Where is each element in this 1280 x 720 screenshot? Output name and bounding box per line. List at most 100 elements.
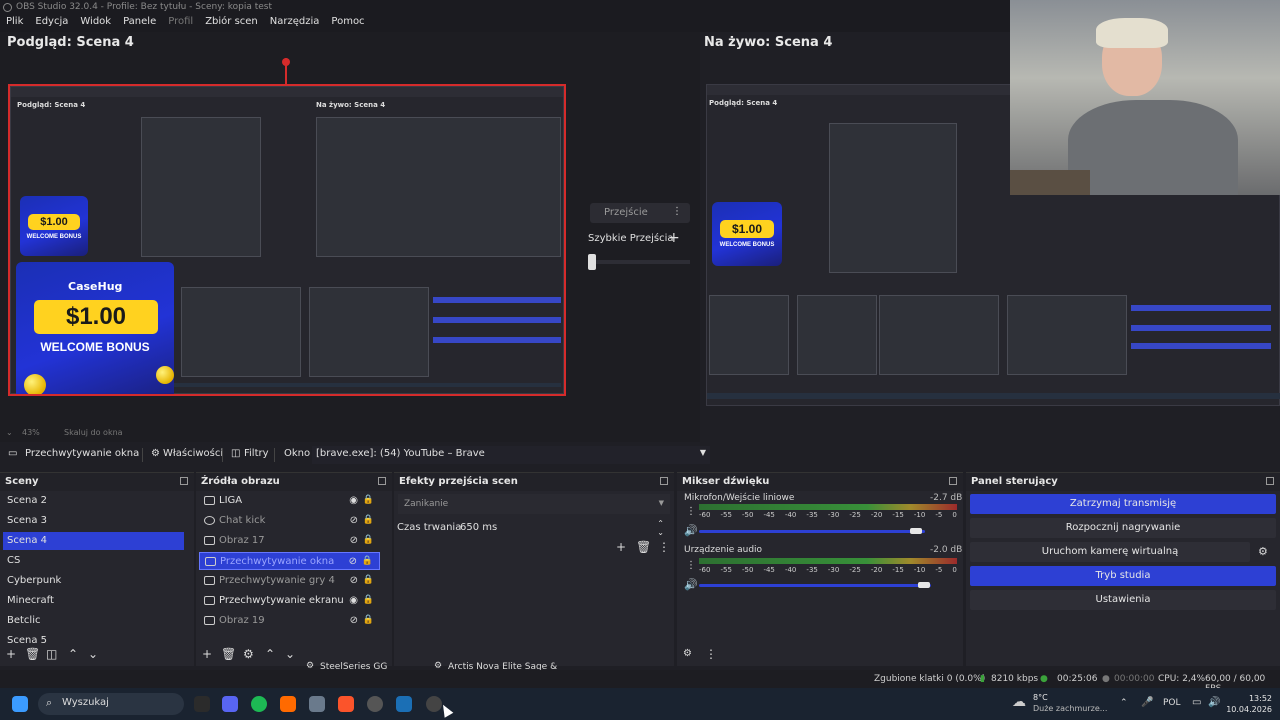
move-up-icon[interactable]: ⌃	[265, 647, 275, 661]
mixer-settings-icon[interactable]: ⚙	[683, 648, 692, 659]
duration-input[interactable]: 650 ms ⌃ ⌄	[454, 518, 670, 538]
menu-docks[interactable]: Panele	[123, 16, 156, 32]
mixer-menu-icon[interactable]: ⋮	[686, 506, 696, 517]
filters-button[interactable]: Filtry	[244, 448, 269, 459]
scene-item[interactable]: Scena 3	[3, 512, 184, 530]
obs-taskbar-icon[interactable]	[367, 696, 383, 712]
source-item[interactable]: Obraz 19 ⊘ 🔒	[199, 612, 380, 630]
add-quick-transition-button[interactable]: +	[668, 230, 680, 246]
speaker-icon[interactable]: 🔊	[684, 578, 698, 591]
window-select[interactable]: [brave.exe]: (54) YouTube – Brave ▼	[312, 446, 710, 464]
source-item[interactable]: Przechwytywanie ekranu ◉ 🔒	[199, 592, 380, 610]
mixer-menu-icon[interactable]: ⋮	[705, 647, 717, 661]
volume-slider-track[interactable]	[699, 530, 925, 533]
lock-icon[interactable]: 🔒	[363, 615, 374, 625]
source-item[interactable]: LIGA ◉ 🔒	[199, 492, 380, 510]
lock-icon[interactable]: 🔒	[363, 575, 374, 585]
t-bar-handle[interactable]	[588, 254, 596, 270]
filters-icon[interactable]: ◫	[231, 448, 240, 459]
eye-hidden-icon[interactable]: ⊘	[350, 575, 358, 586]
studio-mode-button[interactable]: Tryb studia	[970, 566, 1276, 586]
move-down-icon[interactable]: ⌄	[88, 647, 98, 661]
source-item[interactable]: Przechwytywanie gry 4 ⊘ 🔒	[199, 572, 380, 590]
menu-help[interactable]: Pomoc	[331, 16, 364, 32]
settings-button[interactable]: Ustawienia	[970, 590, 1276, 610]
microphone-icon[interactable]: 🎤	[1141, 697, 1153, 708]
undock-icon[interactable]	[180, 477, 188, 485]
windows-start-icon[interactable]	[12, 696, 28, 712]
scene-item[interactable]: Betclic	[3, 612, 184, 630]
scene-item[interactable]: Cyberpunk	[3, 572, 184, 590]
discord-icon[interactable]	[222, 696, 238, 712]
undock-icon[interactable]	[378, 477, 386, 485]
scene-item[interactable]: CS	[3, 552, 184, 570]
undock-icon[interactable]	[1266, 477, 1274, 485]
lock-icon[interactable]: 🔒	[363, 515, 374, 525]
preview-canvas[interactable]: Podgląd: Scena 4 Na żywo: Scena 4 CaseHu…	[8, 84, 566, 396]
transition-menu-icon[interactable]: ⋮	[658, 540, 670, 554]
chevron-up-icon[interactable]: ⌃	[1120, 698, 1128, 708]
network-icon[interactable]: ▭	[1192, 697, 1201, 708]
trash-icon[interactable]: 🗑	[221, 647, 236, 661]
eye-hidden-icon[interactable]: ⊘	[350, 515, 358, 526]
trash-icon[interactable]: 🗑	[636, 540, 651, 554]
trash-icon[interactable]: 🗑	[25, 647, 40, 661]
spotify-icon[interactable]	[251, 696, 267, 712]
gear-icon[interactable]: ⚙	[243, 647, 254, 661]
taskbar-search[interactable]: ⌕ Wyszukaj	[38, 693, 184, 715]
lock-icon[interactable]: 🔒	[363, 535, 374, 545]
zoom-icon[interactable]: ⌄	[6, 428, 13, 437]
move-down-icon[interactable]: ⌄	[285, 647, 295, 661]
volume-slider-track[interactable]	[699, 584, 931, 587]
scene-item[interactable]: Scena 2	[3, 492, 184, 510]
source-item[interactable]: Obraz 17 ⊘ 🔒	[199, 532, 380, 550]
speaker-icon[interactable]: 🔊	[684, 524, 698, 537]
gear-icon[interactable]: ⚙	[151, 448, 160, 459]
taskbar-clock[interactable]: 13:52 10.04.2026	[1226, 693, 1272, 715]
menu-file[interactable]: Plik	[6, 16, 23, 32]
rotation-handle[interactable]	[282, 58, 290, 66]
menu-edit[interactable]: Edycja	[35, 16, 68, 32]
undock-icon[interactable]	[660, 477, 668, 485]
app-icon[interactable]	[194, 696, 210, 712]
add-scene-button[interactable]: +	[6, 647, 16, 661]
menu-tools[interactable]: Narzędzia	[270, 16, 320, 32]
start-recording-button[interactable]: Rozpocznij nagrywanie	[970, 518, 1276, 538]
scene-item[interactable]: Minecraft	[3, 592, 184, 610]
scene-filters-icon[interactable]: ◫	[46, 647, 57, 661]
volume-slider-knob[interactable]	[918, 582, 930, 588]
eye-icon[interactable]: ◉	[349, 495, 358, 506]
start-virtual-camera-button[interactable]: Uruchom kamerę wirtualną	[970, 542, 1250, 562]
menu-profile[interactable]: Profil	[168, 16, 193, 32]
t-bar-track[interactable]	[590, 260, 690, 264]
lock-icon[interactable]: 🔒	[362, 556, 373, 566]
gear-icon[interactable]: ⚙	[1258, 545, 1268, 558]
zoom-mode[interactable]: Skaluj do okna	[64, 428, 123, 437]
eye-hidden-icon[interactable]: ⊘	[350, 535, 358, 546]
eye-hidden-icon[interactable]: ⊘	[350, 615, 358, 626]
scene-item[interactable]: Scena 5	[3, 632, 184, 644]
brave-icon[interactable]	[338, 696, 354, 712]
app-icon-orange[interactable]	[280, 696, 296, 712]
source-item[interactable]: Chat kick ⊘ 🔒	[199, 512, 380, 530]
stop-streaming-button[interactable]: Zatrzymaj transmisję	[970, 494, 1276, 514]
eye-icon[interactable]: ◉	[349, 595, 358, 606]
menu-scene-collection[interactable]: Zbiór scen	[205, 16, 258, 32]
move-up-icon[interactable]: ⌃	[68, 647, 78, 661]
stepper-icon[interactable]: ⌃ ⌄	[657, 519, 664, 537]
settings-app-icon[interactable]	[309, 696, 325, 712]
add-transition-button[interactable]: +	[616, 540, 626, 554]
mixer-menu-icon[interactable]: ⋮	[686, 560, 696, 571]
lock-icon[interactable]: 🔒	[363, 495, 374, 505]
language-indicator[interactable]: POL	[1163, 698, 1181, 708]
lock-icon[interactable]: 🔒	[363, 595, 374, 605]
steam-icon[interactable]	[396, 696, 412, 712]
menu-view[interactable]: Widok	[80, 16, 111, 32]
transition-menu-icon[interactable]: ⋮	[672, 206, 682, 217]
scene-item-selected[interactable]: Scena 4	[3, 532, 184, 550]
add-source-button[interactable]: +	[202, 647, 212, 661]
source-item-selected[interactable]: Przechwytywanie okna ⊘ 🔒	[199, 552, 380, 570]
eye-hidden-icon[interactable]: ⊘	[349, 556, 357, 567]
volume-icon[interactable]: 🔊	[1208, 697, 1220, 708]
transition-type-select[interactable]: Zanikanie ▼	[398, 494, 670, 514]
